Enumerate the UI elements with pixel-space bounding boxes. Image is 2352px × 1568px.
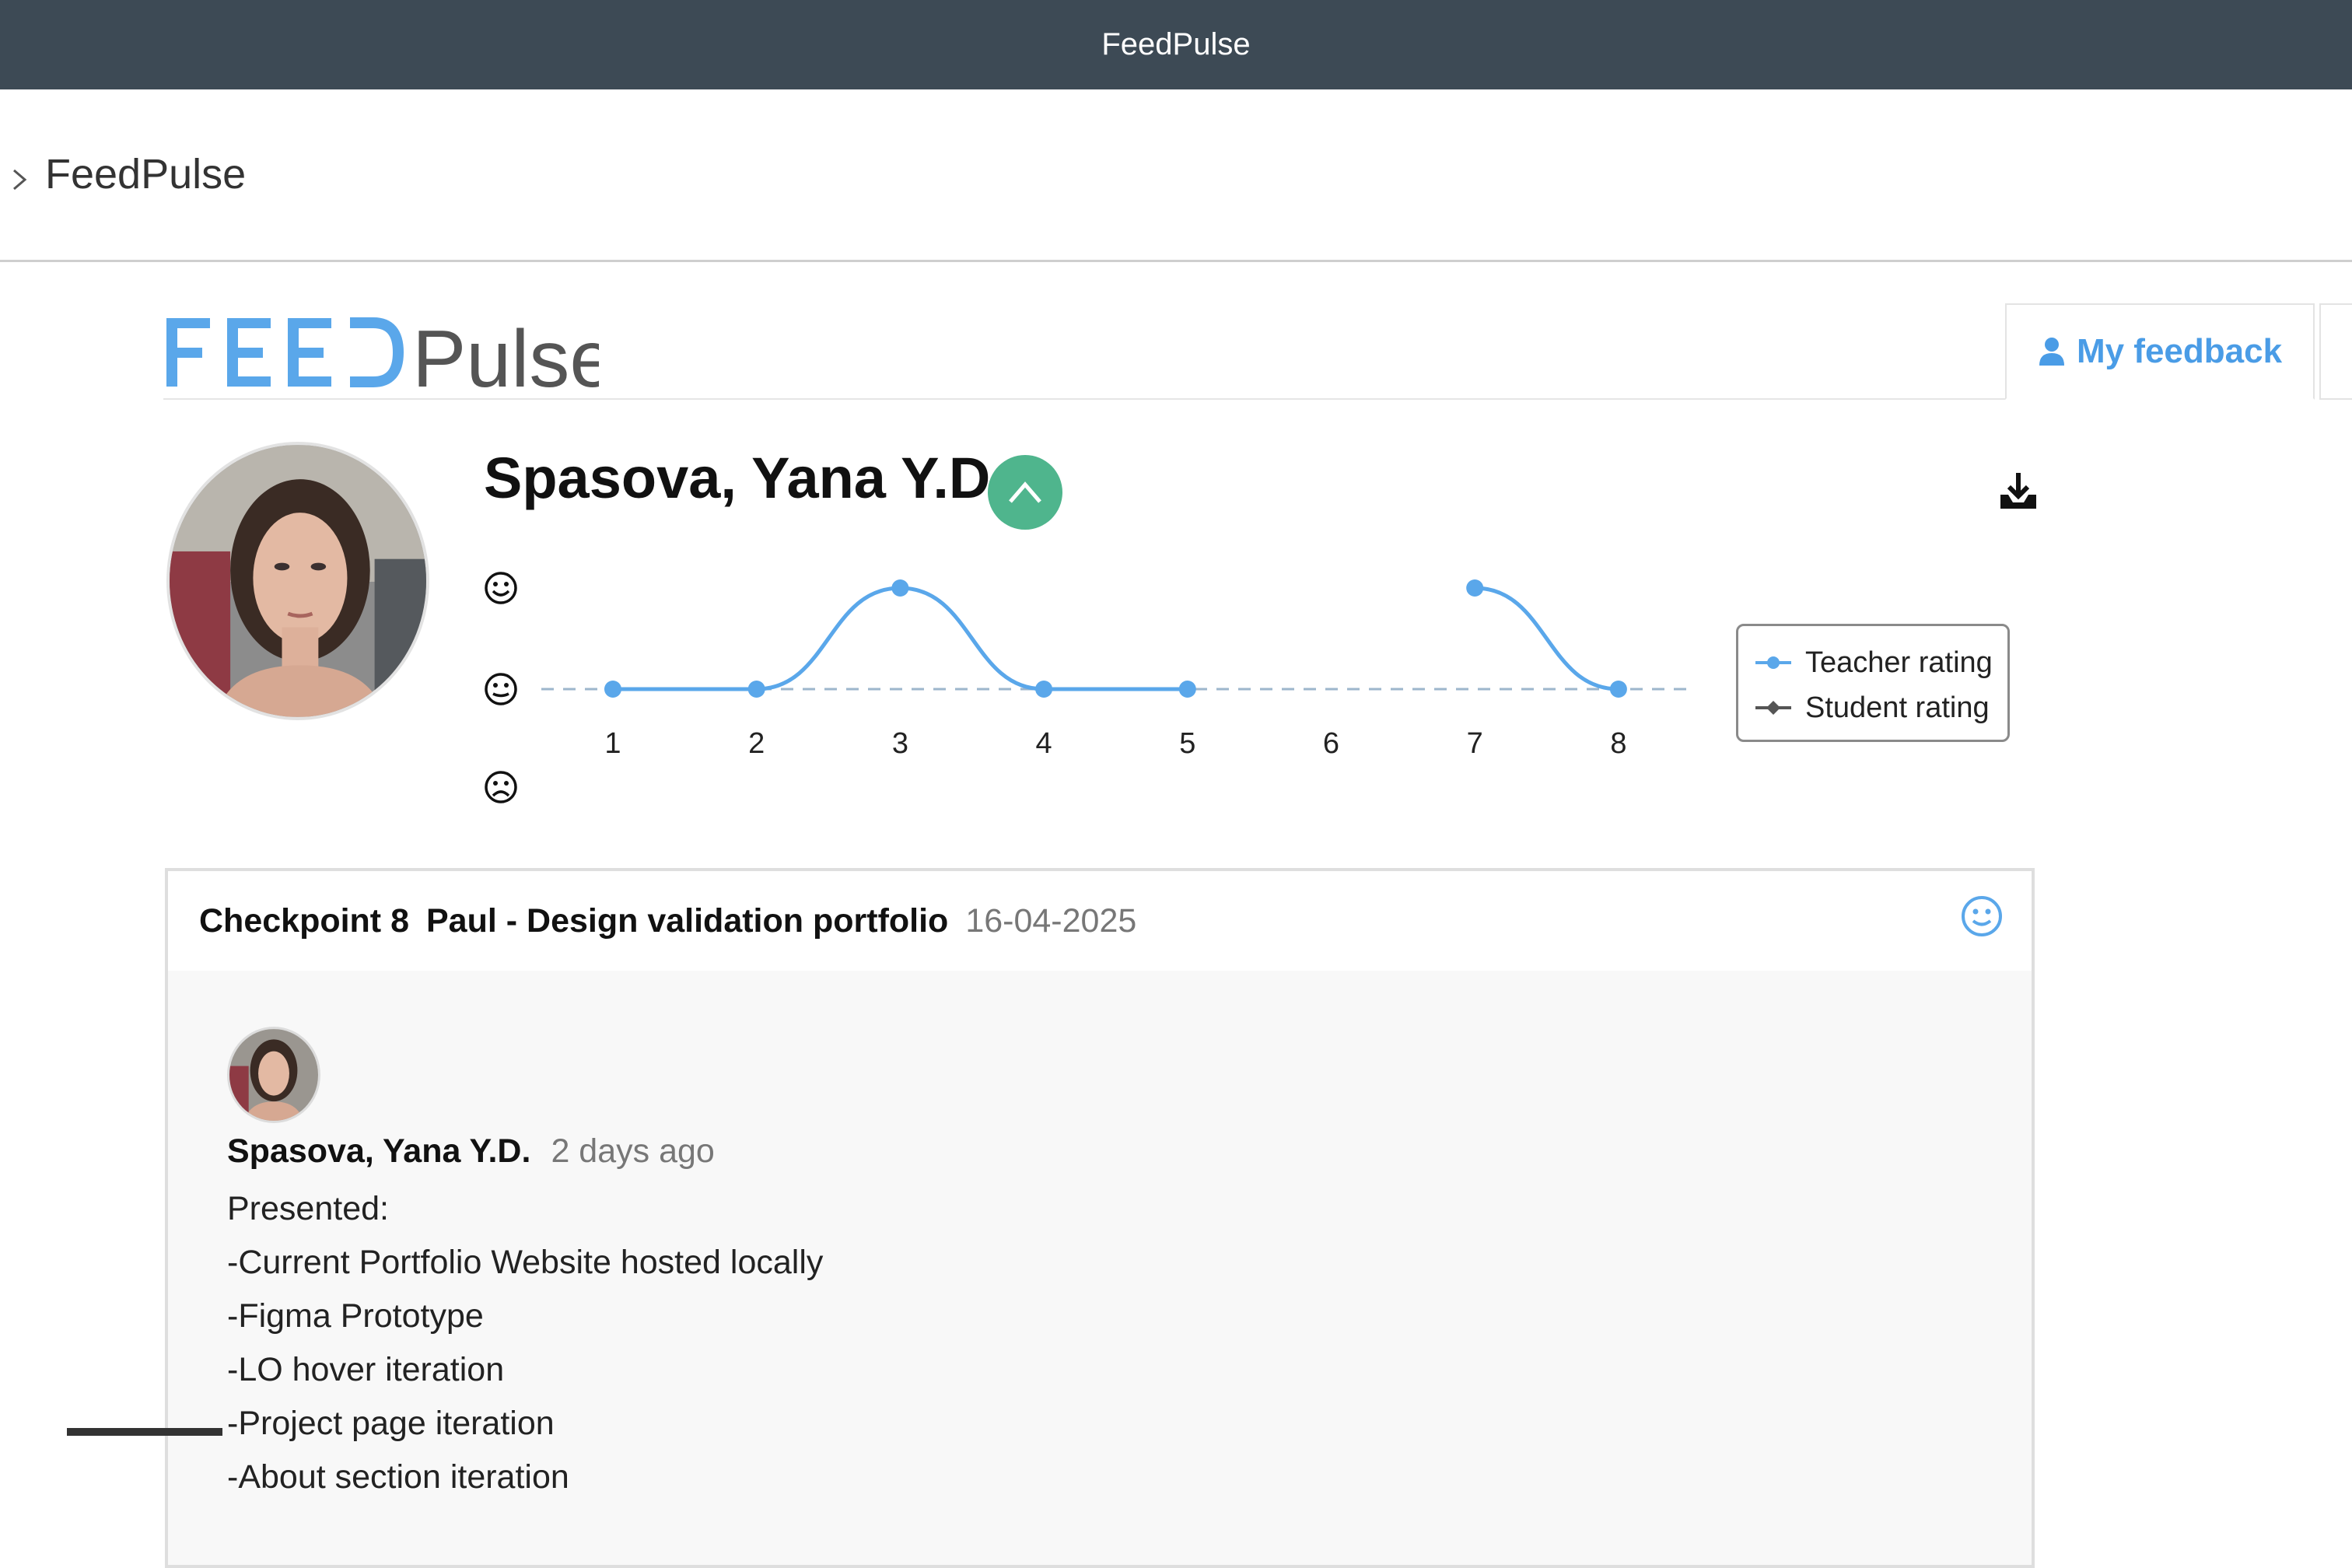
smiley-neutral-icon — [485, 673, 517, 705]
x-tick-label: 1 — [604, 727, 621, 760]
breadcrumb-label[interactable]: FeedPulse — [45, 150, 246, 198]
comment-line: -LO hover iteration — [227, 1351, 505, 1388]
comment-line: -Project page iteration — [227, 1405, 555, 1442]
teacher-rating-line — [1475, 586, 1619, 691]
comment-author: Spasova, Yana Y.D. — [227, 1132, 531, 1170]
comment-body: Presented: -Current Portfolio Website ho… — [227, 1182, 823, 1504]
comment-line: -Figma Prototype — [227, 1297, 484, 1335]
checkpoint-panel: Checkpoint 8 Paul - Design validation po… — [165, 868, 2035, 1568]
x-tick-label: 3 — [892, 727, 908, 760]
teacher-rating-point — [604, 681, 621, 698]
comment-author-photo — [229, 1029, 318, 1121]
checkpoint-title: Paul - Design validation portfolio — [426, 901, 949, 940]
window-titlebar: FeedPulse — [0, 0, 2352, 89]
chevron-up-icon — [1009, 481, 1041, 503]
student-name: Spasova, Yana Y.D. — [484, 446, 1006, 510]
x-tick-label: 6 — [1323, 727, 1339, 760]
chart-legend: Teacher rating Student rating — [1736, 624, 2010, 742]
logo-pulse-text: Pulse — [412, 314, 599, 404]
x-tick-label: 2 — [748, 727, 765, 760]
chevron-right-icon[interactable] — [8, 164, 31, 195]
student-photo — [170, 445, 426, 717]
student-series-icon — [1755, 701, 1791, 715]
teacher-rating-point — [1178, 681, 1196, 698]
x-tick-label: 5 — [1179, 727, 1195, 760]
checkpoint-header[interactable]: Checkpoint 8 Paul - Design validation po… — [168, 871, 2032, 971]
tab-my-feedback-label: My feedback — [2076, 332, 2283, 370]
smiley-sad-icon — [485, 771, 517, 803]
comment-avatar — [227, 1027, 320, 1123]
user-icon — [2039, 338, 2064, 366]
tab-next[interactable] — [2319, 303, 2352, 400]
window-title: FeedPulse — [1101, 27, 1251, 61]
collapse-button[interactable] — [988, 455, 1062, 530]
teacher-rating-point — [1466, 579, 1484, 597]
teacher-rating-point — [747, 681, 765, 698]
legend-item-teacher[interactable]: Teacher rating — [1754, 643, 1993, 682]
student-avatar — [166, 442, 429, 720]
legend-teacher-label: Teacher rating — [1805, 646, 1993, 679]
smiley-neutral-icon — [1962, 896, 2002, 936]
teacher-rating-point — [1609, 681, 1627, 698]
checkpoint-date: 16-04-2025 — [965, 901, 1137, 940]
tab-my-feedback[interactable]: My feedback — [2005, 303, 2315, 400]
comment-meta: Spasova, Yana Y.D. 2 days ago — [227, 1132, 715, 1171]
smiley-happy-icon — [485, 572, 517, 604]
button-top-edge[interactable] — [67, 1428, 222, 1436]
comment-line: Presented: — [227, 1190, 389, 1227]
feedpulse-logo: Pulse — [166, 314, 599, 404]
x-tick-label: 8 — [1610, 727, 1626, 760]
teacher-rating-point — [1035, 681, 1053, 698]
comment-line: -About section iteration — [227, 1458, 569, 1496]
x-tick-label: 7 — [1467, 727, 1483, 760]
breadcrumb: FeedPulse — [0, 89, 2352, 262]
comment-time: 2 days ago — [551, 1132, 715, 1170]
checkpoint-label: Checkpoint 8 — [199, 901, 409, 940]
teacher-rating-point — [891, 579, 909, 597]
comment-line: -Current Portfolio Website hosted locall… — [227, 1244, 824, 1281]
teacher-rating-line — [613, 586, 1188, 691]
header-divider — [163, 398, 2007, 400]
teacher-series-icon — [1755, 656, 1791, 669]
rating-chart: 1 2 3 4 5 6 7 8 — [485, 572, 1688, 803]
legend-student-label: Student rating — [1805, 691, 1990, 724]
legend-item-student[interactable]: Student rating — [1754, 688, 1990, 727]
download-icon[interactable] — [1997, 471, 2039, 513]
x-tick-label: 4 — [1036, 727, 1052, 760]
